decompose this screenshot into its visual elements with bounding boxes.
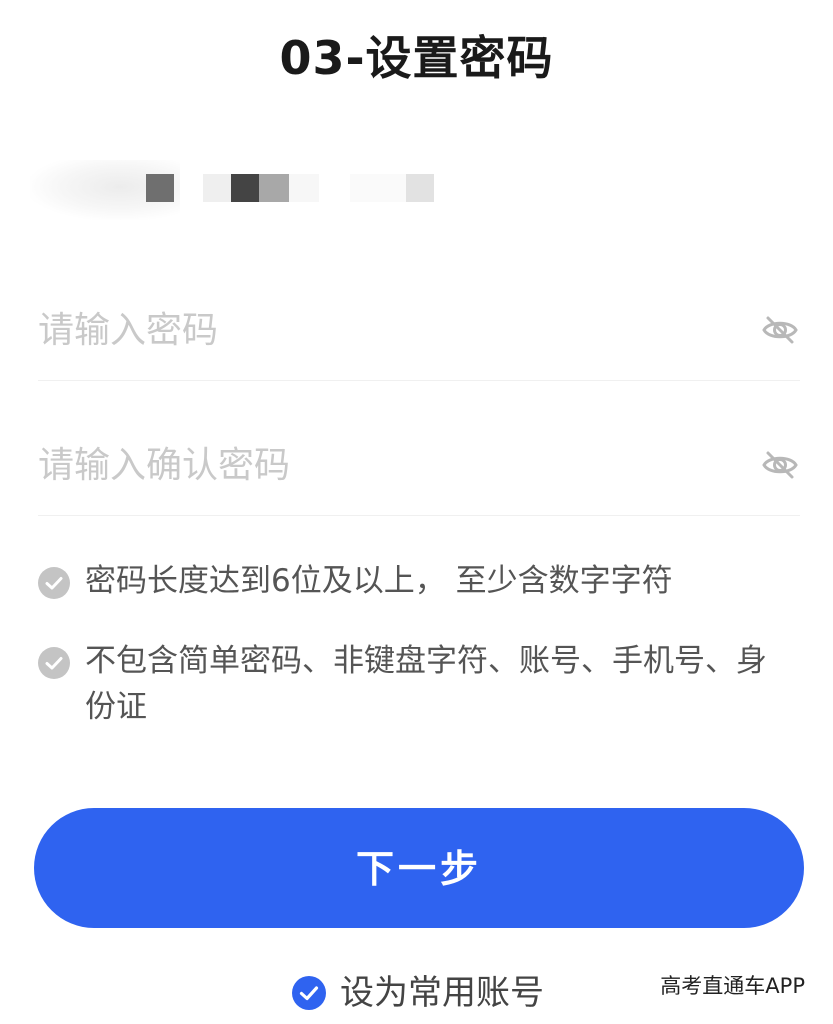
confirm-password-field: [38, 415, 800, 516]
checked-circle-icon[interactable]: [292, 976, 326, 1010]
rule-text: 不包含简单密码、非键盘字符、账号、手机号、身份证: [85, 643, 767, 725]
check-circle-icon: [38, 647, 70, 679]
watermark: 高考直通车APP: [660, 974, 805, 998]
eye-off-icon[interactable]: [760, 310, 800, 350]
masked-account-number: [30, 150, 450, 230]
mosaic-block: [406, 174, 434, 202]
password-field: [38, 280, 800, 381]
check-circle-icon: [38, 567, 70, 599]
confirm-password-input[interactable]: [38, 440, 738, 490]
next-step-button[interactable]: 下一步: [34, 808, 804, 928]
mosaic-block: [259, 174, 289, 202]
remember-account-label: 设为常用账号: [340, 973, 544, 1013]
mosaic-block: [203, 174, 231, 202]
mosaic-block: [146, 174, 174, 202]
password-input[interactable]: [38, 305, 738, 355]
mosaic-block: [350, 174, 406, 202]
eye-off-icon[interactable]: [760, 445, 800, 485]
page-title: 03-设置密码: [279, 31, 554, 85]
rule-text: 密码长度达到6位及以上， 至少含数字字符: [85, 563, 673, 599]
mosaic-block: [289, 174, 319, 202]
mosaic-block: [231, 174, 259, 202]
